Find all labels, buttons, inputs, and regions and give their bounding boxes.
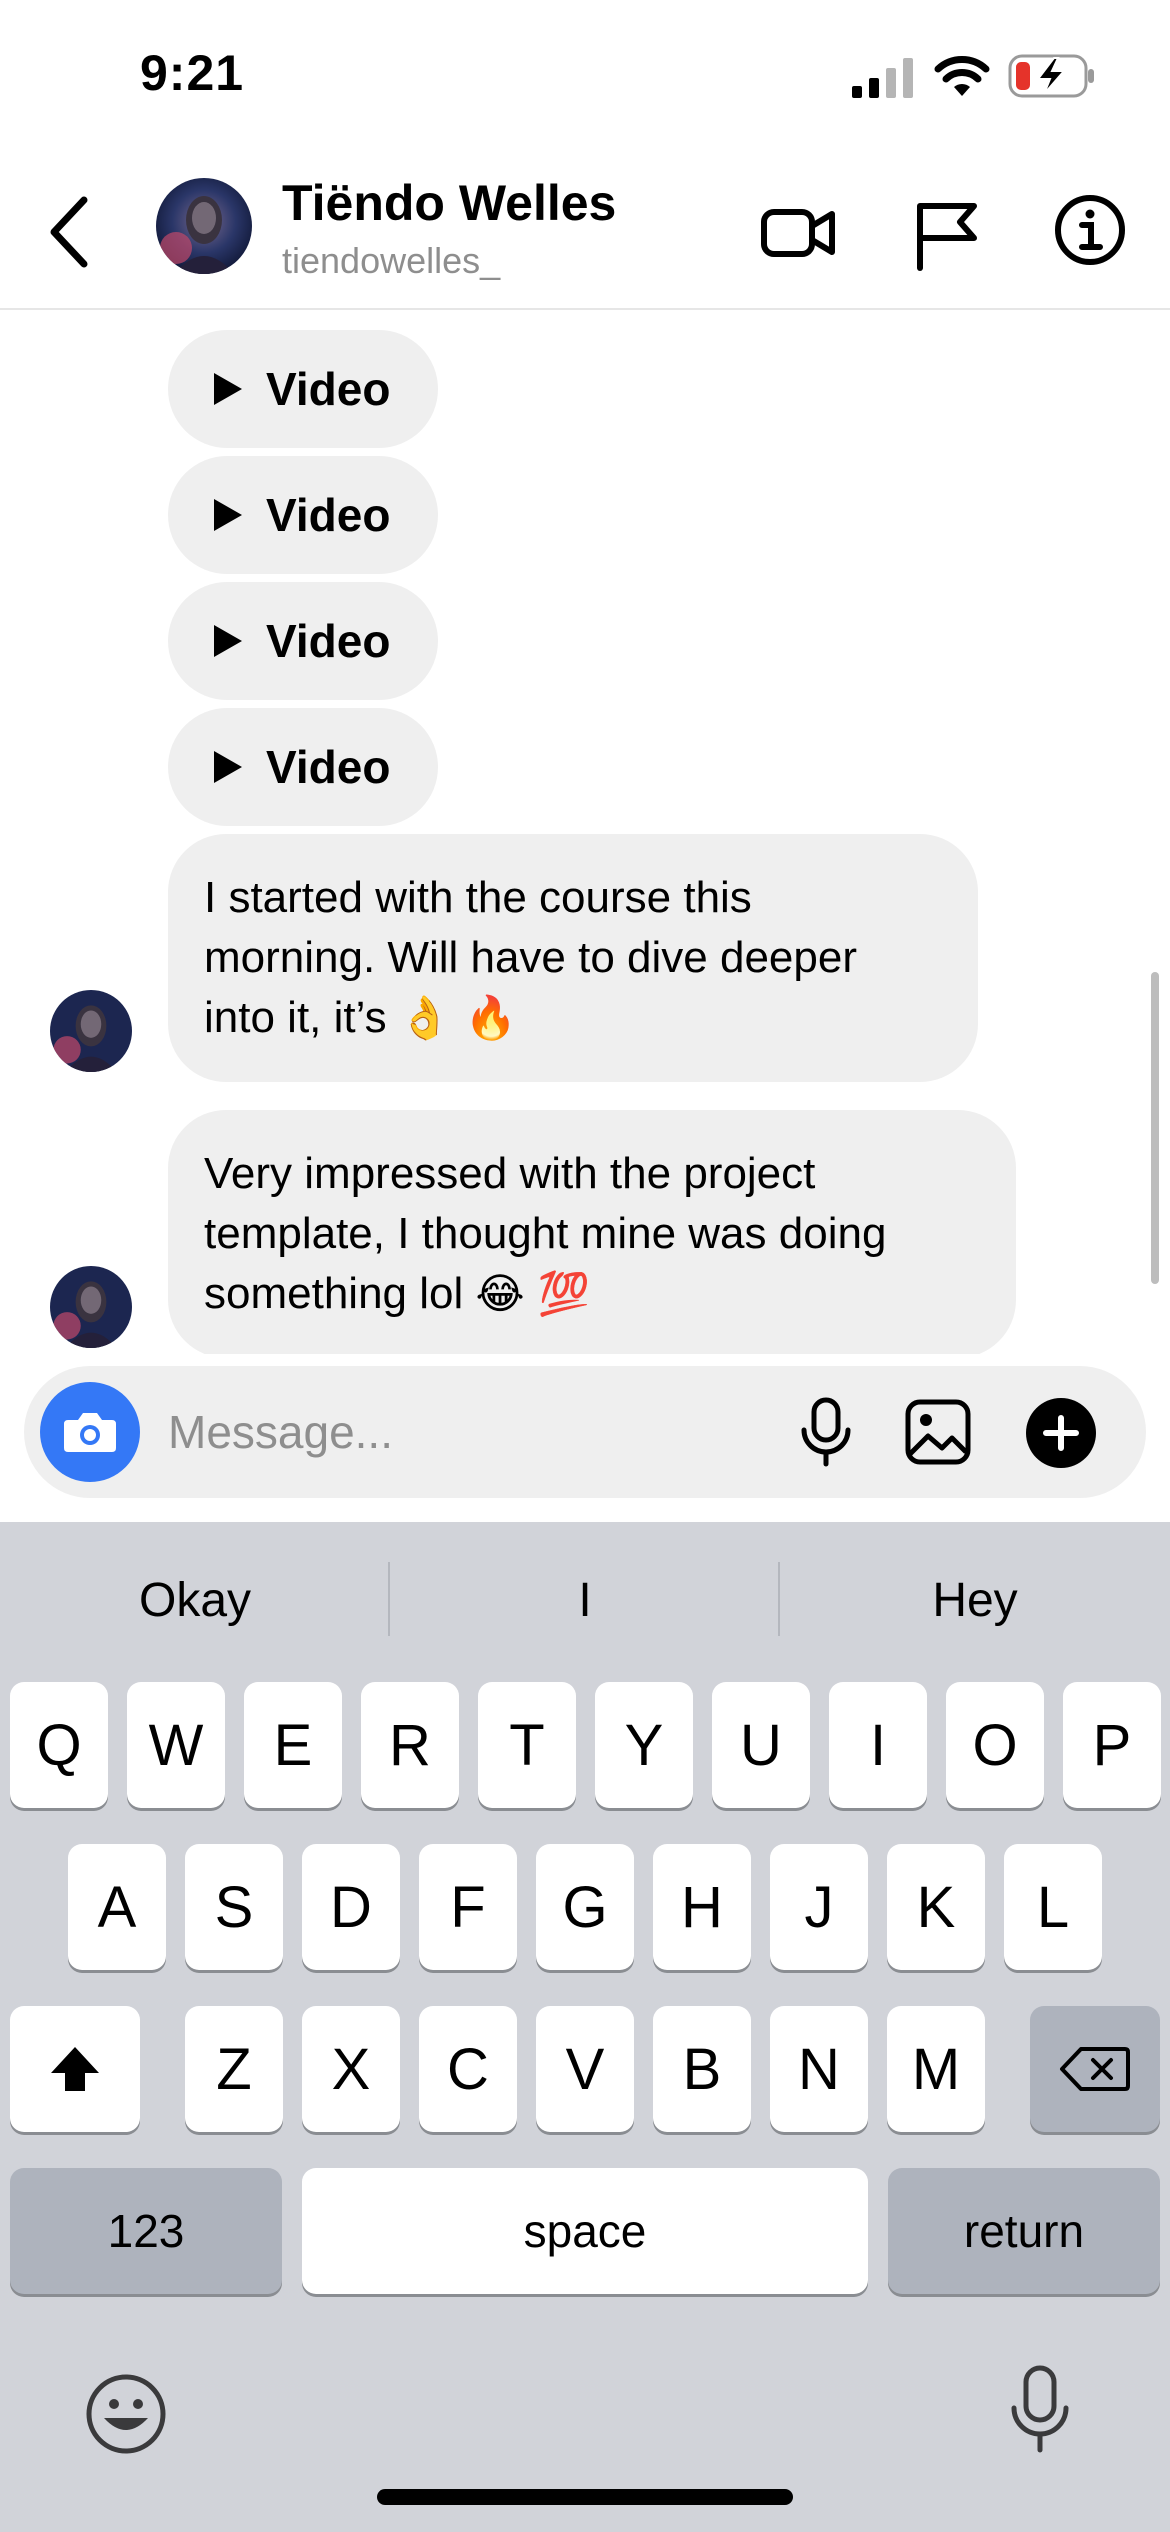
camera-icon [64,1413,116,1452]
key-f[interactable]: F [419,1844,517,1970]
key-p[interactable]: P [1063,1682,1161,1808]
video-label: Video [266,363,391,415]
predictive-bar: Okay I Hey [0,1522,1170,1678]
shift-key[interactable] [10,2006,140,2132]
message-line: morning. Will have to dive deeper [204,933,857,982]
key-a[interactable]: A [68,1844,166,1970]
video-label: Video [266,741,391,793]
video-message[interactable]: Video [168,330,438,448]
message-line: template, I thought mine was doing [204,1209,887,1258]
video-message[interactable]: Video [168,708,438,826]
home-indicator[interactable] [377,2489,793,2505]
message-line: I started with the course this [204,873,752,922]
text-message[interactable]: Very impressed with the project template… [168,1110,1016,1354]
text-message[interactable]: I started with the course this morning. … [168,834,978,1082]
chat-screen: 9:21 Tiëndo Welles tiendowelles_ Video V… [0,0,1170,2532]
key-m[interactable]: M [887,2006,985,2132]
play-icon [214,625,242,657]
key-i[interactable]: I [829,1682,927,1808]
backspace-icon [1060,2047,1130,2091]
message-line-text: something lol [204,1269,464,1318]
key-q[interactable]: Q [10,1682,108,1808]
message-line: something lol 😂 💯 [204,1264,980,1324]
play-icon [214,373,242,405]
space-key[interactable]: space [302,2168,868,2294]
suggestion-item[interactable]: Okay [0,1522,390,1678]
contact-handle: tiendowelles_ [282,240,501,281]
numbers-key[interactable]: 123 [10,2168,282,2294]
cellular-signal-icon [852,58,913,98]
contact-avatar[interactable] [156,178,252,274]
key-x[interactable]: X [302,2006,400,2132]
dictation-microphone-icon[interactable] [1006,2364,1074,2454]
play-icon [214,751,242,783]
shift-arrow-icon [51,2047,99,2091]
message-emoji: 😂 💯 [475,1269,591,1318]
video-label: Video [266,489,391,541]
key-k[interactable]: K [887,1844,985,1970]
delete-key[interactable] [1030,2006,1160,2132]
key-e[interactable]: E [244,1682,342,1808]
camera-button[interactable] [40,1382,140,1482]
message-line-text: into it, it’s [204,993,387,1042]
key-t[interactable]: T [478,1682,576,1808]
key-o[interactable]: O [946,1682,1044,1808]
suggestion-item[interactable]: Hey [780,1522,1170,1678]
message-composer [24,1366,1146,1498]
flag-icon[interactable] [912,190,980,274]
message-emoji: 👌 🔥 [398,993,517,1042]
sender-avatar[interactable] [50,990,132,1072]
key-b[interactable]: B [653,2006,751,2132]
video-message[interactable]: Video [168,582,438,700]
video-label: Video [266,615,391,667]
play-icon [214,499,242,531]
key-u[interactable]: U [712,1682,810,1808]
emoji-keyboard-icon[interactable] [84,2372,168,2456]
wifi-icon [934,56,990,96]
add-button[interactable] [1026,1398,1096,1468]
chat-header: Tiëndo Welles tiendowelles_ [0,160,1170,310]
key-d[interactable]: D [302,1844,400,1970]
microphone-icon[interactable] [794,1396,858,1468]
key-r[interactable]: R [361,1682,459,1808]
key-g[interactable]: G [536,1844,634,1970]
key-c[interactable]: C [419,2006,517,2132]
video-call-icon[interactable] [760,190,836,274]
battery-charging-icon [1008,54,1094,98]
status-time: 9:21 [140,45,245,101]
contact-name[interactable]: Tiëndo Welles [282,174,616,232]
message-line: Very impressed with the project [204,1149,816,1198]
key-n[interactable]: N [770,2006,868,2132]
message-input[interactable] [168,1396,768,1468]
suggestion-item[interactable]: I [390,1522,780,1678]
return-key[interactable]: return [888,2168,1160,2294]
back-chevron-icon[interactable] [44,190,100,274]
key-j[interactable]: J [770,1844,868,1970]
scrollbar[interactable] [1151,972,1159,1284]
message-line: into it, it’s 👌 🔥 [204,988,942,1048]
status-bar: 9:21 [0,0,1170,160]
key-z[interactable]: Z [185,2006,283,2132]
video-message[interactable]: Video [168,456,438,574]
key-w[interactable]: W [127,1682,225,1808]
key-s[interactable]: S [185,1844,283,1970]
key-h[interactable]: H [653,1844,751,1970]
gallery-icon[interactable] [904,1398,972,1466]
sender-avatar[interactable] [50,1266,132,1348]
keyboard: Okay I Hey Q W E R T Y U I O P A S D F G… [0,1522,1170,2532]
key-v[interactable]: V [536,2006,634,2132]
key-y[interactable]: Y [595,1682,693,1808]
plus-icon [1043,1415,1079,1451]
key-l[interactable]: L [1004,1844,1102,1970]
message-thread[interactable]: Video Video Video Video I started with t… [0,312,1170,1354]
info-icon[interactable] [1054,194,1126,266]
